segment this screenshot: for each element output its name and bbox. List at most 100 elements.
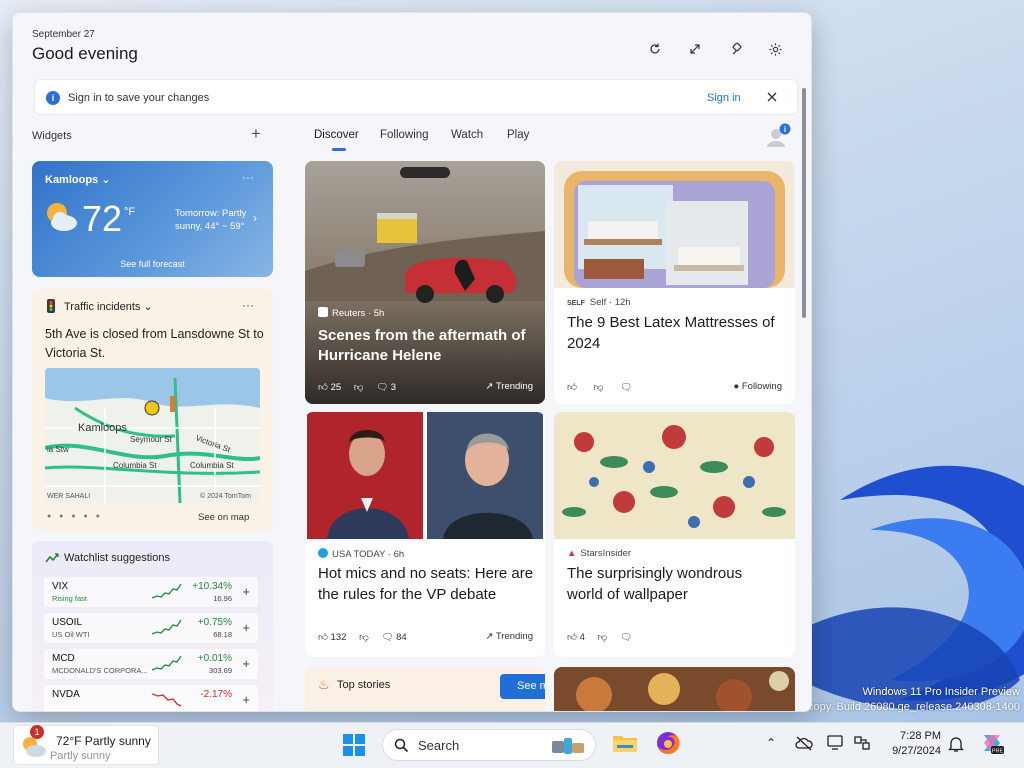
like-count: 4 [579, 632, 585, 643]
news-actions: 👍︎ 25 👎︎ 🗨︎ 3 ↗ Trending [318, 381, 533, 393]
pin-button[interactable] [726, 38, 748, 60]
news-card-mattress[interactable]: SELF Self · 12h The 9 Best Latex Mattress… [554, 161, 795, 404]
comment-button[interactable]: 🗨︎ [620, 382, 632, 393]
weather-more-button[interactable]: ··· [242, 170, 254, 184]
watchlist-item[interactable]: USOIL US Oil WTI +0.75% 68.18 + [44, 613, 258, 643]
map-street-label: ia Stw [47, 445, 69, 454]
weather-tomorrow: Tomorrow: Partly sunny, 44° ~ 59° [175, 208, 247, 232]
news-source: ▲ StarsInsider [567, 548, 631, 559]
comment-icon: 🗨︎ [619, 632, 632, 643]
news-headline[interactable]: The surprisingly wondrous world of wallp… [567, 563, 782, 605]
traffic-pager[interactable]: ● ● ● ● ● [47, 513, 103, 520]
weather-location-label: Kamloops [45, 174, 99, 186]
taskbar-weather-subtext: Partly sunny [50, 750, 111, 762]
weather-widget[interactable]: Kamloops ⌄ ··· 72 °F Tomorrow: Partly su… [32, 161, 273, 277]
search-box[interactable]: Search [382, 729, 596, 761]
clock[interactable]: 7:28 PM 9/27/2024 [883, 729, 941, 759]
traffic-widget[interactable]: Traffic incidents ⌄ ··· 5th Ave is close… [32, 289, 273, 531]
trending-tag: ↗ Trending [485, 631, 533, 642]
add-to-watchlist-button[interactable]: + [242, 692, 250, 707]
display-icon[interactable] [827, 735, 845, 754]
add-to-watchlist-button[interactable]: + [242, 656, 250, 671]
like-button[interactable]: 👍︎ 25 [318, 382, 341, 393]
map-city-label: Kamloops [78, 422, 127, 434]
dislike-button[interactable]: 👎︎ [594, 382, 604, 393]
like-button[interactable]: 👍︎ 132 [318, 632, 346, 643]
self-logo: SELF [567, 300, 585, 307]
see-more-button[interactable]: See more › [500, 674, 545, 699]
stock-change: +0.01% [197, 653, 232, 664]
news-source-label: StarsInsider [580, 548, 632, 559]
traffic-title[interactable]: Traffic incidents ⌄ [64, 300, 153, 313]
see-on-map-link[interactable]: See on map [198, 512, 249, 523]
dislike-button[interactable]: 👎︎ [359, 632, 369, 643]
check-circle-icon: ● [733, 381, 740, 392]
wallpaper-photo [554, 412, 795, 539]
add-to-watchlist-button[interactable]: + [242, 584, 250, 599]
see-full-forecast-link[interactable]: See full forecast [32, 259, 273, 269]
chevron-down-icon: ⌄ [143, 301, 153, 313]
news-headline[interactable]: Scenes from the aftermath of Hurricane H… [318, 326, 538, 366]
user-icon: i [767, 123, 791, 147]
tab-play[interactable]: Play [507, 129, 529, 141]
copilot-button[interactable]: PRE [980, 731, 1004, 758]
signin-link[interactable]: Sign in [707, 92, 741, 104]
close-banner-button[interactable] [763, 88, 781, 106]
news-headline[interactable]: The 9 Best Latex Mattresses of 2024 [567, 312, 782, 354]
settings-button[interactable] [764, 38, 786, 60]
traffic-more-button[interactable]: ··· [242, 298, 254, 312]
tab-discover[interactable]: Discover [314, 129, 359, 141]
news-source: Reuters · 5h [318, 307, 384, 319]
chevron-right-icon[interactable]: › [253, 211, 257, 225]
add-widget-button[interactable]: + [248, 124, 264, 144]
food-news-card[interactable] [554, 667, 795, 711]
signin-message: Sign in to save your changes [68, 92, 210, 104]
file-explorer-button[interactable] [612, 732, 638, 757]
cloud-off-icon [795, 736, 813, 751]
add-to-watchlist-button[interactable]: + [242, 620, 250, 635]
taskbar: 1 72°F Partly sunny Partly sunny Search … [0, 722, 1024, 768]
comment-button[interactable]: 🗨︎ [620, 632, 632, 643]
news-card-hurricane[interactable]: Reuters · 5h Scenes from the aftermath o… [305, 161, 545, 404]
dislike-button[interactable]: 👎︎ [354, 382, 364, 393]
watchlist-item[interactable]: MCD MCDONALD'S CORPORA... +0.01% 303.69 + [44, 649, 258, 679]
tab-watch[interactable]: Watch [451, 129, 483, 141]
map-street-label: Columbia St [190, 461, 234, 470]
like-button[interactable]: 👍︎ [567, 382, 577, 393]
trending-tag: ↗ Trending [485, 381, 533, 392]
refresh-button[interactable] [644, 38, 666, 60]
stock-price: 68.18 [213, 630, 232, 639]
usa-today-logo-icon [318, 548, 328, 558]
news-source-label: Reuters · 5h [332, 308, 385, 319]
tab-following[interactable]: Following [380, 129, 429, 141]
comment-button[interactable]: 🗨︎ 84 [381, 632, 406, 643]
news-headline[interactable]: Hot mics and no seats: Here are the rule… [318, 563, 538, 605]
start-button[interactable] [343, 734, 365, 759]
bell-icon [947, 737, 965, 752]
cloud-sync-icon[interactable] [795, 735, 813, 754]
chevron-up-icon[interactable]: ⌃ [766, 736, 776, 750]
dislike-button[interactable]: 👎︎ [598, 632, 608, 643]
profile-avatar[interactable]: i [765, 123, 791, 149]
firefox-icon [657, 731, 680, 754]
stock-change: +10.34% [192, 581, 232, 592]
news-card-wallpaper[interactable]: ▲ StarsInsider The surprisingly wondrous … [554, 412, 795, 657]
watchlist-item[interactable]: NVDA -2.17% + [44, 685, 258, 711]
watchlist-widget[interactable]: Watchlist suggestions VIX Rising fast +10.… [32, 541, 273, 711]
comment-button[interactable]: 🗨︎ 3 [376, 382, 396, 393]
flame-icon: ♨ [318, 677, 330, 692]
expand-button[interactable] [684, 38, 706, 60]
network-icon[interactable] [853, 735, 871, 754]
weather-location[interactable]: Kamloops ⌄ [45, 173, 110, 186]
like-button[interactable]: 👍︎ 4 [567, 632, 585, 643]
news-card-vp-debate[interactable]: USA TODAY · 6h Hot mics and no seats: He… [305, 412, 545, 657]
watchlist-item[interactable]: VIX Rising fast +10.34% 16.96 + [44, 577, 258, 607]
firefox-button[interactable] [656, 731, 680, 758]
notifications-button[interactable] [947, 735, 965, 756]
traffic-map[interactable]: Kamloops Seymour St Victoria St Columbia… [45, 368, 260, 503]
scrollbar[interactable] [802, 88, 806, 318]
top-stories-card[interactable]: ♨ Top stories See more › [305, 667, 545, 711]
taskbar-weather-widget[interactable]: 1 72°F Partly sunny Partly sunny [13, 725, 159, 765]
trending-icon: ↗ [485, 381, 494, 392]
stock-name: Rising fast [52, 594, 88, 603]
